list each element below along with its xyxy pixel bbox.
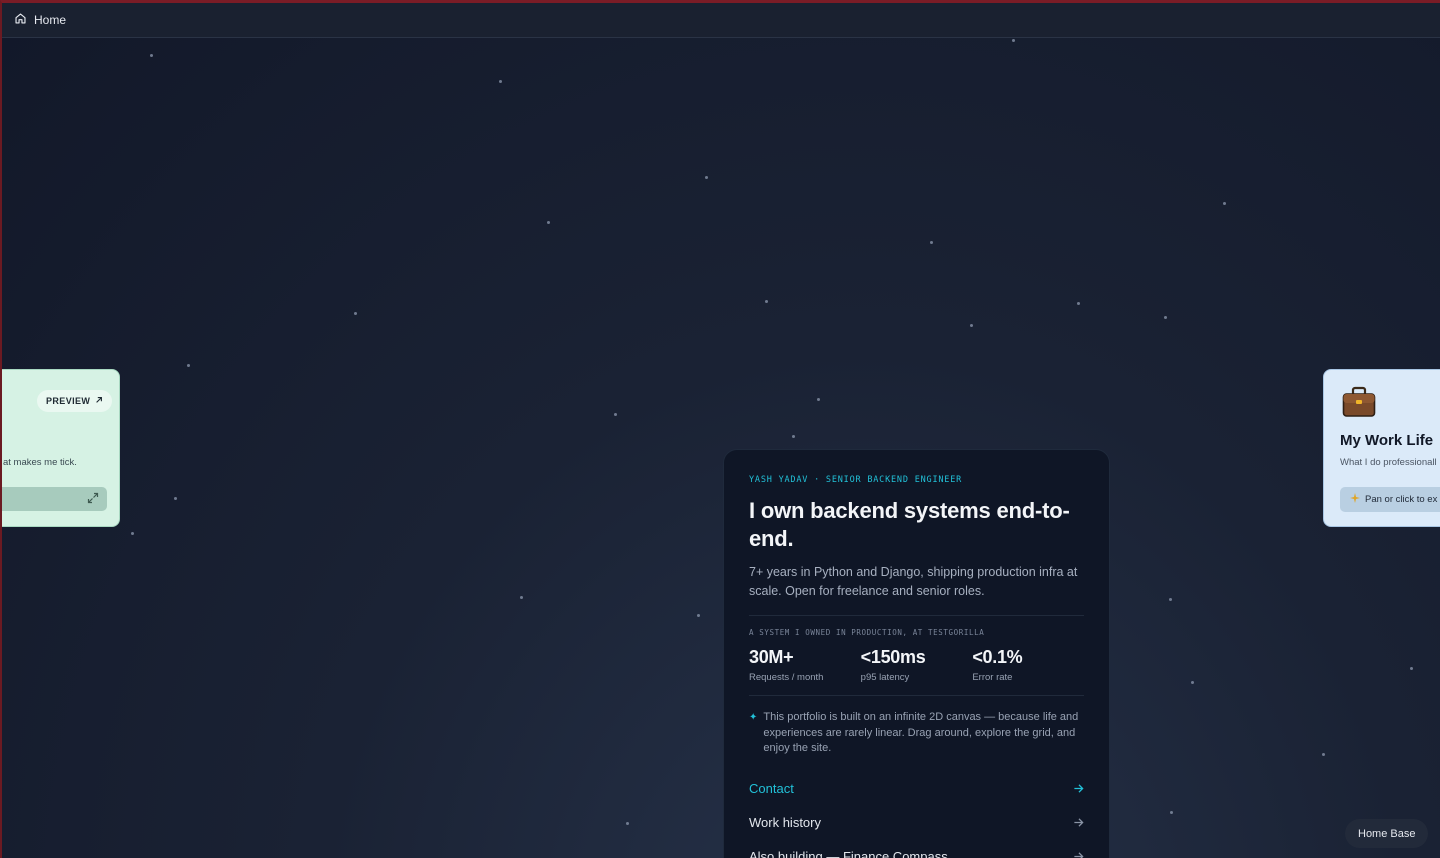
arrow-up-right-icon xyxy=(95,396,103,406)
star xyxy=(1170,811,1173,814)
top-bar: Home xyxy=(2,3,1440,38)
star xyxy=(626,822,629,825)
pan-label: Pan or click to ex xyxy=(1365,494,1438,505)
about-card-preview[interactable]: PREVIEW at makes me tick. xyxy=(2,369,120,527)
briefcase-icon xyxy=(1342,386,1376,418)
contact-link[interactable]: Contact xyxy=(749,772,1084,806)
star xyxy=(1191,681,1194,684)
stat-label: Error rate xyxy=(972,672,1013,683)
stat-value: <0.1% xyxy=(972,647,1023,667)
canvas-note: ✦ This portfolio is built on an infinite… xyxy=(749,710,1084,757)
divider xyxy=(749,695,1084,696)
intro-card[interactable]: YASH YADAV · SENIOR BACKEND ENGINEER I o… xyxy=(723,449,1110,858)
pan-or-click-button[interactable]: Pan or click to ex xyxy=(1340,487,1440,512)
star xyxy=(1012,39,1015,42)
star xyxy=(1223,202,1226,205)
stat-value: 30M+ xyxy=(749,647,794,667)
home-base-button[interactable]: Home Base xyxy=(1345,819,1429,848)
star xyxy=(697,614,700,617)
expand-button[interactable] xyxy=(2,487,107,511)
star xyxy=(131,532,134,535)
stat-error-rate: <0.1% Error rate xyxy=(972,647,1084,683)
home-link[interactable]: Home xyxy=(14,12,66,28)
star xyxy=(1164,316,1167,319)
stat-value: <150ms xyxy=(860,647,926,667)
sparkle-icon: ✦ xyxy=(749,712,758,723)
star xyxy=(765,300,768,303)
home-link-label: Home xyxy=(34,13,67,27)
finance-compass-link[interactable]: Also building — Finance Compass xyxy=(749,840,1084,858)
link-label: Also building — Finance Compass xyxy=(749,849,948,858)
link-label: Work history xyxy=(749,815,821,830)
star xyxy=(1410,667,1413,670)
star xyxy=(1322,753,1325,756)
star xyxy=(1077,302,1080,305)
canvas-viewport[interactable]: Home PREVIEW at makes me tick. My Work L… xyxy=(0,0,1440,858)
star xyxy=(150,54,153,57)
work-history-link[interactable]: Work history xyxy=(749,806,1084,840)
stat-label: Requests / month xyxy=(749,672,824,683)
home-icon xyxy=(14,12,27,28)
stat-latency: <150ms p95 latency xyxy=(861,647,973,683)
work-life-title: My Work Life xyxy=(1340,432,1434,449)
star xyxy=(520,596,523,599)
note-text: This portfolio is built on an infinite 2… xyxy=(763,711,1079,754)
star xyxy=(970,324,973,327)
star xyxy=(1169,598,1172,601)
link-label: Contact xyxy=(749,781,794,796)
star xyxy=(174,497,177,500)
stats-caption: A SYSTEM I OWNED IN PRODUCTION, AT TESTG… xyxy=(749,628,985,637)
star xyxy=(547,221,550,224)
preview-label: PREVIEW xyxy=(46,396,91,406)
arrow-right-icon xyxy=(1073,783,1084,794)
stats-row: 30M+ Requests / month <150ms p95 latency… xyxy=(749,647,1084,683)
preview-button[interactable]: PREVIEW xyxy=(37,390,113,412)
star xyxy=(499,80,502,83)
star xyxy=(187,364,190,367)
star xyxy=(930,241,933,244)
arrow-right-icon xyxy=(1073,817,1084,828)
work-life-subtitle: What I do professionall xyxy=(1340,457,1437,468)
star xyxy=(705,176,708,179)
lede-text: 7+ years in Python and Django, shipping … xyxy=(749,565,1078,598)
arrow-right-icon xyxy=(1073,851,1084,858)
star xyxy=(792,435,795,438)
stat-requests: 30M+ Requests / month xyxy=(749,647,861,683)
star xyxy=(354,312,357,315)
divider xyxy=(749,615,1084,616)
card-description: at makes me tick. xyxy=(3,457,77,468)
stat-label: p95 latency xyxy=(860,672,910,683)
sparkle-icon xyxy=(1350,493,1360,506)
eyebrow-text: YASH YADAV · SENIOR BACKEND ENGINEER xyxy=(749,475,963,485)
star xyxy=(614,413,617,416)
headline: I own backend systems end-to-end. xyxy=(749,498,1070,551)
star xyxy=(817,398,820,401)
work-life-card[interactable]: My Work Life What I do professionall Pan… xyxy=(1323,369,1440,527)
